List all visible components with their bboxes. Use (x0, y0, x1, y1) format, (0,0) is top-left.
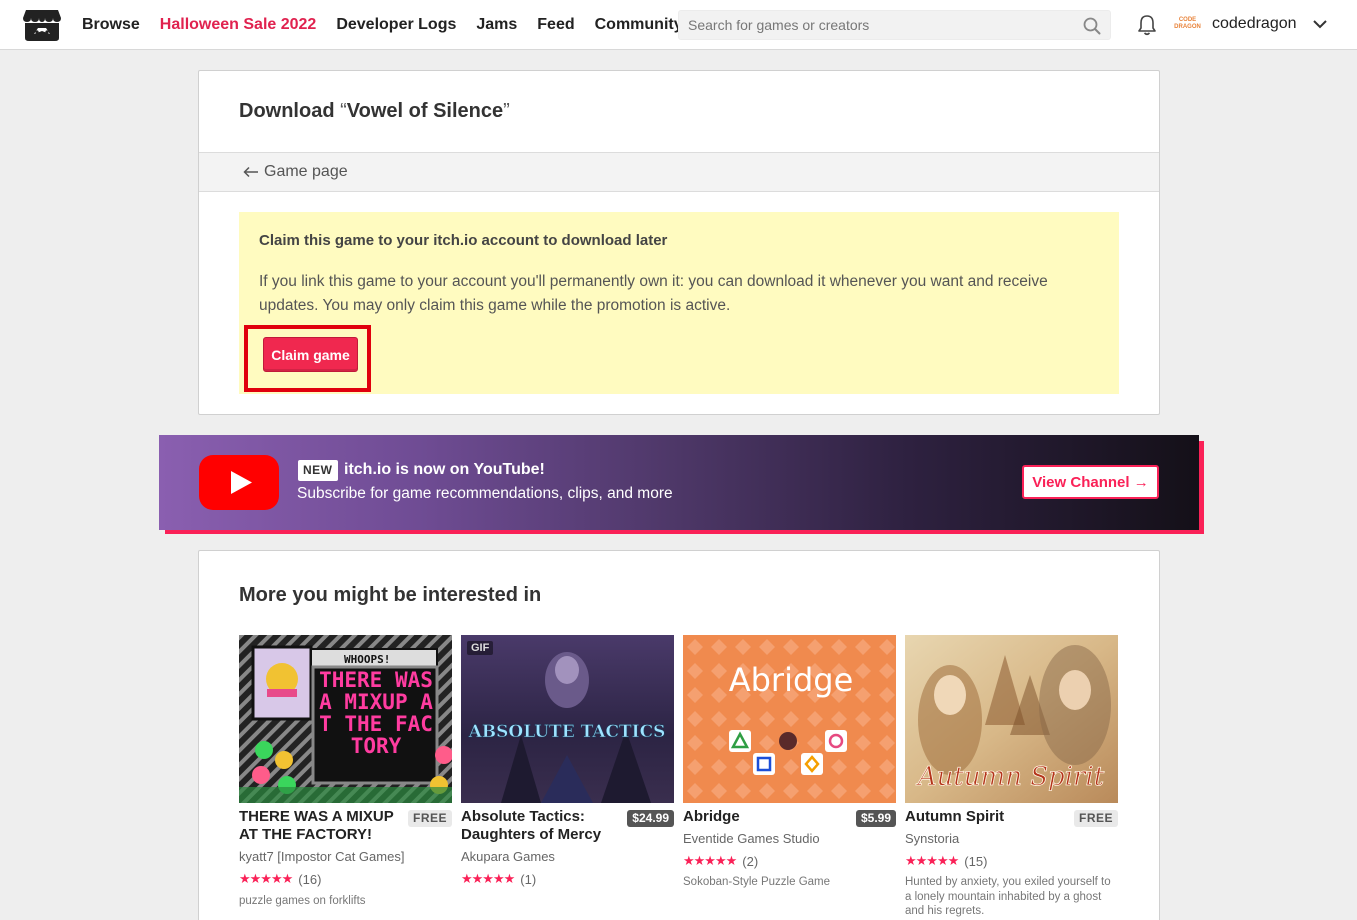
arrow-left-icon (243, 166, 258, 178)
game-author[interactable]: Akupara Games (461, 849, 555, 864)
new-badge: NEW (298, 460, 338, 481)
game-title[interactable]: THERE WAS A MIXUP AT THE FACTORY! (239, 808, 404, 844)
claim-title: Claim this game to your itch.io account … (259, 232, 668, 249)
top-header: Browse Halloween Sale 2022 Developer Log… (0, 0, 1357, 50)
thumb-top-text: WHOOPS! (344, 653, 390, 666)
nav-feed[interactable]: Feed (537, 16, 574, 34)
rating-count: (16) (298, 871, 322, 887)
nav-halloween-sale[interactable]: Halloween Sale 2022 (160, 16, 317, 34)
rating-stars-icon: ★★★★★ (461, 871, 515, 886)
rating-stars-icon: ★★★★★ (905, 853, 959, 868)
youtube-subtitle: Subscribe for game recommendations, clip… (297, 485, 673, 502)
game-thumbnail[interactable]: ABSOLUTE TACTICS GIF (461, 635, 674, 803)
game-title[interactable]: Abridge (683, 808, 848, 826)
game-thumbnail[interactable]: Abridge (683, 635, 896, 803)
view-channel-button[interactable]: View Channel → (1022, 465, 1159, 499)
claim-game-button[interactable]: Claim game (263, 337, 358, 372)
game-rating: ★★★★★ (1) (461, 871, 536, 887)
game-description: Hunted by anxiety, you exiled yourself t… (905, 876, 1111, 917)
nav-developer-logs[interactable]: Developer Logs (336, 16, 456, 34)
thumb-title-text: THERE WAS A MIXUP AT THE FACTORY (319, 669, 433, 758)
claim-notice: Claim this game to your itch.io account … (239, 212, 1119, 394)
price-badge: $5.99 (855, 810, 896, 827)
download-label: Download (239, 100, 335, 122)
price-badge: FREE (407, 810, 452, 827)
game-title[interactable]: Autumn Spirit (905, 808, 1070, 826)
game-page-link[interactable]: Game page (243, 163, 348, 181)
itchio-logo-icon[interactable] (22, 7, 62, 43)
main-nav: Browse Halloween Sale 2022 Developer Log… (82, 0, 703, 50)
youtube-headline: itch.io is now on YouTube! (344, 461, 545, 478)
game-name: Vowel of Silence (346, 100, 504, 122)
rating-stars-icon: ★★★★★ (239, 871, 293, 886)
game-author[interactable]: Eventide Games Studio (683, 831, 820, 846)
quote-open: “ (340, 100, 347, 122)
game-author[interactable]: Synstoria (905, 831, 959, 846)
thumb-title-text: Abridge (729, 661, 854, 699)
game-cell[interactable]: Autumn Spirit Autumn Spirit FREE Synstor… (905, 635, 1118, 917)
thumb-title-text: Autumn Spirit (916, 762, 1105, 792)
rating-count: (15) (964, 853, 988, 869)
game-thumbnail[interactable]: Autumn Spirit (905, 635, 1118, 803)
youtube-banner: NEW itch.io is now on YouTube! Subscribe… (159, 435, 1199, 530)
rating-count: (2) (742, 853, 759, 869)
price-badge: $24.99 (627, 810, 674, 827)
price-badge: FREE (1073, 810, 1118, 827)
game-cell[interactable]: ABSOLUTE TACTICS GIF Absolute Tactics: D… (461, 635, 674, 887)
search-bar (678, 10, 1111, 40)
claim-description: If you link this game to your account yo… (259, 273, 1048, 314)
nav-browse[interactable]: Browse (82, 16, 140, 34)
claim-button-highlight: Claim game (244, 325, 371, 392)
notifications-bell-icon[interactable] (1137, 14, 1157, 36)
game-cell[interactable]: Abridge Abridge $5.99 Eventide Games Stu… (683, 635, 896, 888)
rating-stars-icon: ★★★★★ (683, 853, 737, 868)
quote-close: ” (503, 100, 510, 122)
youtube-logo-icon[interactable] (199, 455, 279, 510)
game-page-link-label: Game page (264, 163, 348, 180)
page-title: Download “Vowel of Silence” (239, 100, 510, 123)
username[interactable]: codedragon (1212, 15, 1297, 33)
search-input[interactable] (679, 11, 1110, 39)
game-description: Sokoban-Style Puzzle Game (683, 876, 831, 888)
nav-community[interactable]: Community (595, 16, 683, 34)
game-description: puzzle games on forklifts (239, 895, 366, 907)
search-icon[interactable] (1083, 17, 1101, 35)
thumb-title-text: ABSOLUTE TACTICS (468, 722, 666, 742)
game-title[interactable]: Absolute Tactics: Daughters of Mercy (461, 808, 626, 844)
recommendations-panel: More you might be interested in WHOOPS! … (198, 550, 1160, 920)
panel-nav-bar: Game page (199, 152, 1159, 192)
chevron-down-icon[interactable] (1312, 18, 1328, 30)
user-avatar[interactable]: CODE DRAGON (1174, 12, 1201, 39)
game-rating: ★★★★★ (2) (683, 853, 758, 869)
nav-jams[interactable]: Jams (476, 16, 517, 34)
recommendations-title: More you might be interested in (239, 584, 542, 606)
rating-count: (1) (520, 871, 537, 887)
game-rating: ★★★★★ (15) (905, 853, 987, 869)
game-author[interactable]: kyatt7 [Impostor Cat Games] (239, 849, 404, 864)
game-rating: ★★★★★ (16) (239, 871, 321, 887)
gif-badge: GIF (467, 641, 494, 655)
download-panel: Download “Vowel of Silence” Game page Cl… (198, 70, 1160, 415)
game-thumbnail[interactable]: WHOOPS! THERE WAS A MIXUP AT THE FACTORY (239, 635, 452, 803)
game-cell[interactable]: WHOOPS! THERE WAS A MIXUP AT THE FACTORY… (239, 635, 452, 907)
